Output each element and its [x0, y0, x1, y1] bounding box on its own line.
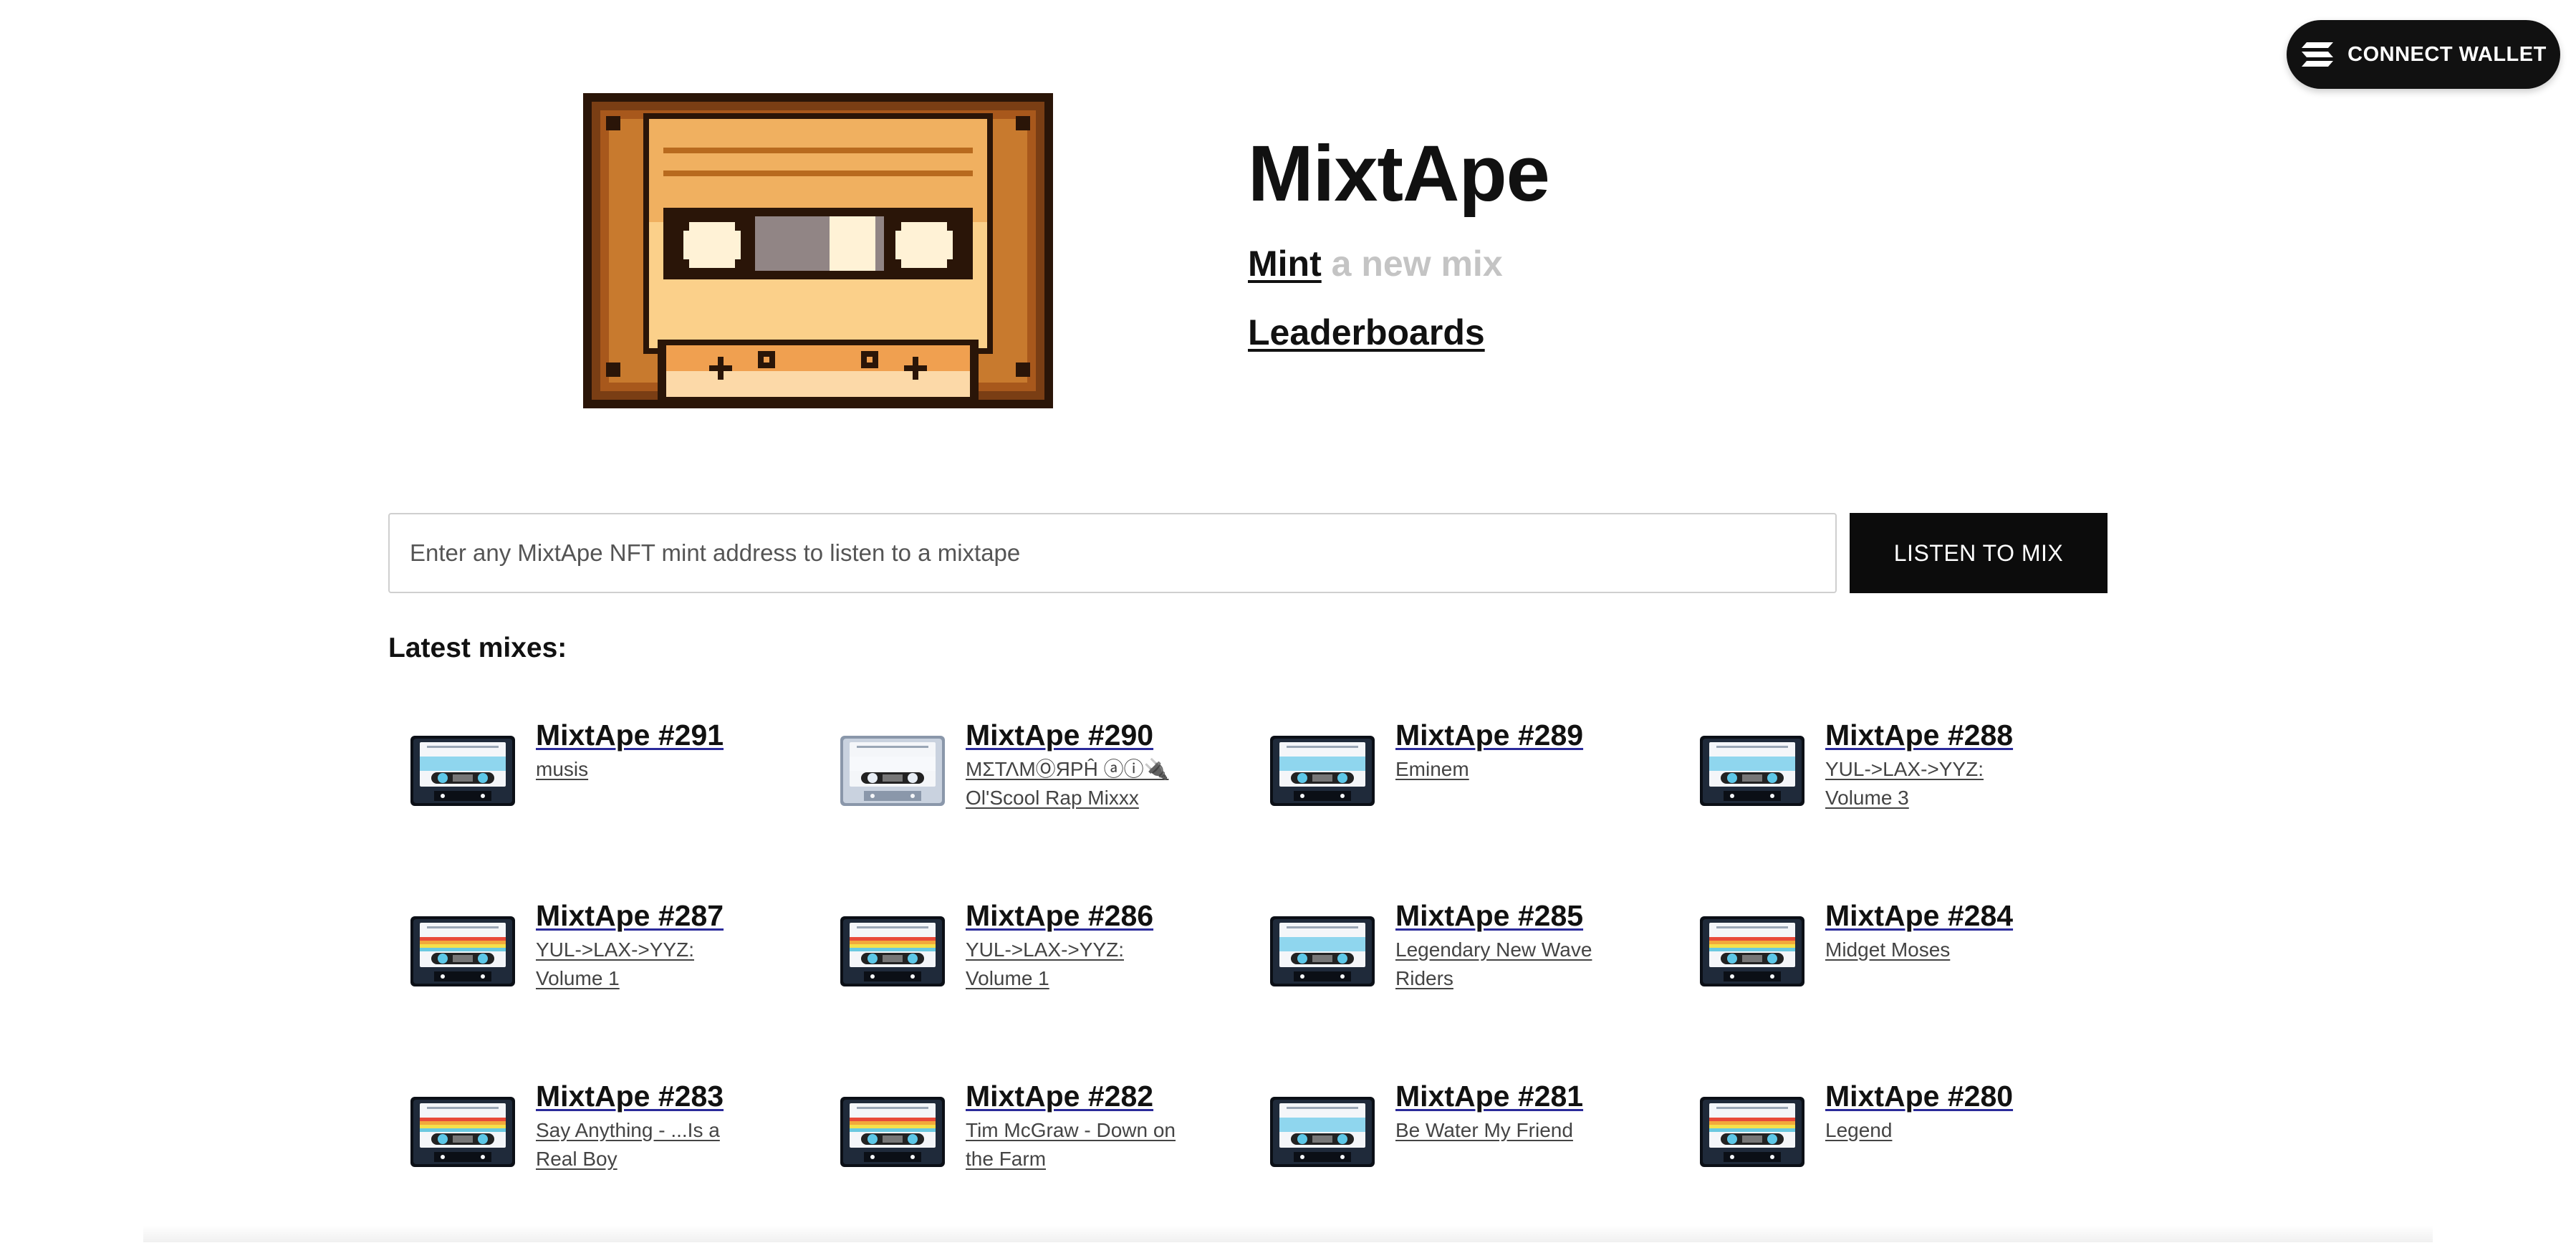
mix-card[interactable]: MixtApe #285 Legendary New Wave Riders: [1248, 897, 1678, 1077]
cassette-thumbnail-icon[interactable]: [1699, 1096, 1805, 1168]
mix-title-link[interactable]: MixtApe #290: [966, 716, 1195, 754]
mix-title-link[interactable]: MixtApe #282: [966, 1077, 1195, 1115]
cassette-thumbnail-icon[interactable]: [410, 916, 516, 987]
mix-title-link[interactable]: MixtApe #288: [1825, 716, 2054, 754]
mix-title-link[interactable]: MixtApe #285: [1395, 897, 1625, 934]
mix-subtitle-link[interactable]: YUL->LAX->YYZ: Volume 1: [536, 936, 765, 993]
mix-text: MixtApe #287 YUL->LAX->YYZ: Volume 1: [536, 897, 765, 993]
mix-subtitle-link[interactable]: Be Water My Friend: [1395, 1116, 1625, 1145]
connect-wallet-button[interactable]: CONNECT WALLET: [2287, 20, 2560, 89]
cassette-thumbnail-icon[interactable]: [840, 916, 946, 987]
mix-subtitle-link[interactable]: Midget Moses: [1825, 936, 2054, 964]
cassette-thumbnail-icon[interactable]: [410, 1096, 516, 1168]
connect-wallet-label: CONNECT WALLET: [2347, 42, 2547, 66]
mint-suffix: a new mix: [1331, 244, 1503, 284]
mix-subtitle-link[interactable]: YUL->LAX->YYZ: Volume 3: [1825, 755, 2054, 812]
mix-text: MixtApe #285 Legendary New Wave Riders: [1395, 897, 1625, 993]
cassette-thumbnail-icon[interactable]: [1269, 735, 1375, 807]
cassette-thumbnail-icon[interactable]: [1269, 916, 1375, 987]
mix-card[interactable]: MixtApe #287 YUL->LAX->YYZ: Volume 1: [388, 897, 818, 1077]
cassette-thumbnail-icon[interactable]: [840, 735, 946, 807]
mix-text: MixtApe #291 musis: [536, 716, 765, 784]
mix-title-link[interactable]: MixtApe #287: [536, 897, 765, 934]
mix-text: MixtApe #280 Legend: [1825, 1077, 2054, 1145]
mix-text: MixtApe #283 Say Anything - ...Is a Real …: [536, 1077, 765, 1173]
cassette-thumbnail-icon[interactable]: [1699, 735, 1805, 807]
mint-line: Mint a new mix: [1248, 242, 1503, 285]
mix-subtitle-link[interactable]: Tim McGraw - Down on the Farm: [966, 1116, 1195, 1173]
solana-logo-icon: [2302, 42, 2334, 67]
mint-link[interactable]: Mint: [1248, 244, 1322, 284]
mix-title-link[interactable]: MixtApe #289: [1395, 716, 1625, 754]
mix-text: MixtApe #281 Be Water My Friend: [1395, 1077, 1625, 1145]
cassette-thumbnail-icon[interactable]: [1269, 1096, 1375, 1168]
mix-subtitle-link[interactable]: YUL->LAX->YYZ: Volume 1: [966, 936, 1195, 993]
bottom-shadow: [143, 1225, 2433, 1242]
mix-text: MixtApe #289 Eminem: [1395, 716, 1625, 784]
mix-card[interactable]: MixtApe #286 YUL->LAX->YYZ: Volume 1: [818, 897, 1248, 1077]
mix-card[interactable]: MixtApe #291 musis: [388, 716, 818, 897]
mix-text: MixtApe #288 YUL->LAX->YYZ: Volume 3: [1825, 716, 2054, 812]
mix-subtitle-link[interactable]: Legendary New Wave Riders: [1395, 936, 1625, 993]
mix-text: MixtApe #284 Midget Moses: [1825, 897, 2054, 964]
mix-title-link[interactable]: MixtApe #280: [1825, 1077, 2054, 1115]
mix-title-link[interactable]: MixtApe #291: [536, 716, 765, 754]
mix-text: MixtApe #290 ΜΣΤΛΜⓄЯΡĤ ⓐⓘ🔌 Ol'Scool Rap M…: [966, 716, 1195, 812]
mix-card[interactable]: MixtApe #290 ΜΣΤΛΜⓄЯΡĤ ⓐⓘ🔌 Ol'Scool Rap M…: [818, 716, 1248, 897]
pixel-cassette-logo: [583, 93, 1053, 408]
mix-subtitle-link[interactable]: ΜΣΤΛΜⓄЯΡĤ ⓐⓘ🔌 Ol'Scool Rap Mixxx: [966, 755, 1195, 812]
mix-card[interactable]: MixtApe #288 YUL->LAX->YYZ: Volume 3: [1678, 716, 2108, 897]
cassette-thumbnail-icon[interactable]: [410, 735, 516, 807]
mix-text: MixtApe #282 Tim McGraw - Down on the Far…: [966, 1077, 1195, 1173]
cassette-thumbnail-icon[interactable]: [1699, 916, 1805, 987]
page-title: MixtApe: [1248, 130, 1550, 218]
mix-card[interactable]: MixtApe #284 Midget Moses: [1678, 897, 2108, 1077]
mix-subtitle-link[interactable]: musis: [536, 755, 765, 784]
mix-card[interactable]: MixtApe #289 Eminem: [1248, 716, 1678, 897]
leaderboards-line: Leaderboards: [1248, 311, 1485, 354]
mix-text: MixtApe #286 YUL->LAX->YYZ: Volume 1: [966, 897, 1195, 993]
mix-subtitle-link[interactable]: Legend: [1825, 1116, 2054, 1145]
mix-subtitle-link[interactable]: Say Anything - ...Is a Real Boy: [536, 1116, 765, 1173]
mix-title-link[interactable]: MixtApe #286: [966, 897, 1195, 934]
mix-title-link[interactable]: MixtApe #283: [536, 1077, 765, 1115]
mix-grid: MixtApe #291 musis MixtApe #290 ΜΣΤΛΜⓄЯΡĤ ⓐ…: [388, 716, 2108, 1258]
cassette-thumbnail-icon[interactable]: [840, 1096, 946, 1168]
leaderboards-link[interactable]: Leaderboards: [1248, 312, 1485, 352]
mint-address-input[interactable]: [388, 513, 1837, 593]
latest-mixes-heading: Latest mixes:: [388, 633, 567, 663]
listen-to-mix-button[interactable]: LISTEN TO MIX: [1850, 513, 2108, 593]
mix-title-link[interactable]: MixtApe #284: [1825, 897, 2054, 934]
mix-subtitle-link[interactable]: Eminem: [1395, 755, 1625, 784]
mix-title-link[interactable]: MixtApe #281: [1395, 1077, 1625, 1115]
